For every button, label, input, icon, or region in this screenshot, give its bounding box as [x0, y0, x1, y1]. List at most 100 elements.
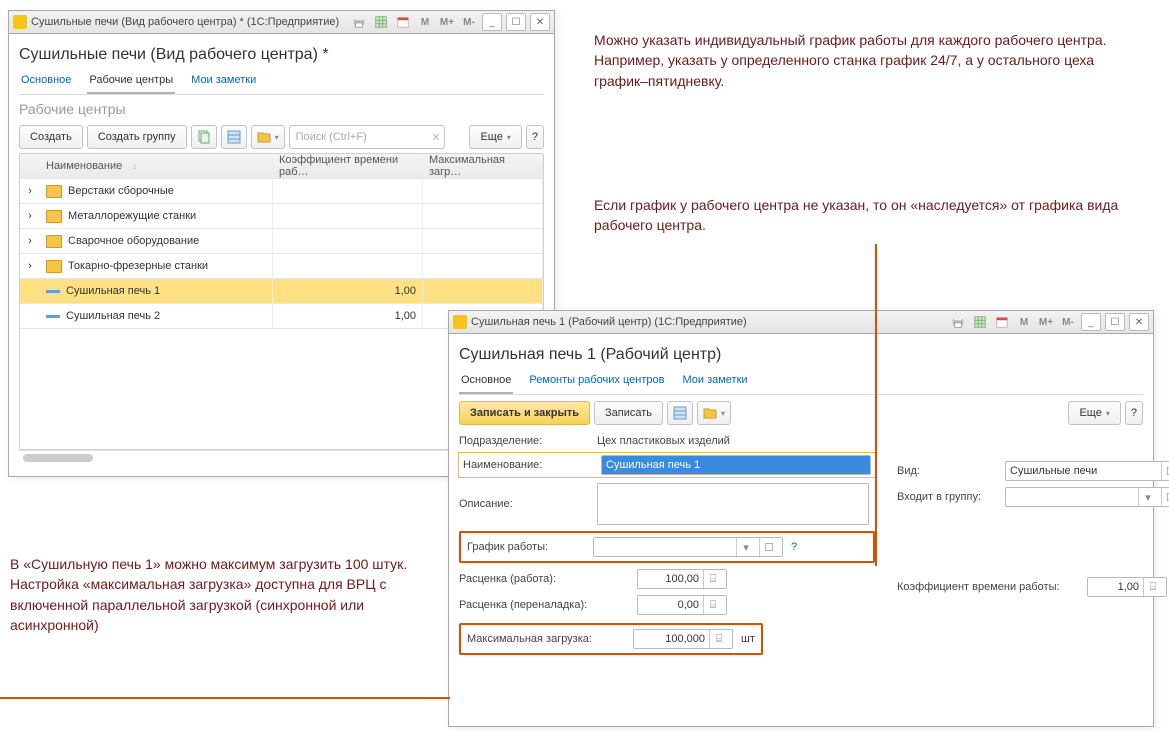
open-icon[interactable]: ☐: [1161, 488, 1169, 506]
connector-schedule: [875, 244, 877, 566]
table-row[interactable]: › Верстаки сборочные: [20, 179, 543, 204]
dropdown-icon[interactable]: ▾: [1138, 488, 1157, 506]
row-group: Входит в группу: ▾ ☐: [897, 487, 1169, 507]
more-button[interactable]: Еще▾: [469, 125, 521, 149]
save-button[interactable]: Записать: [594, 401, 663, 425]
row-desc: Описание:: [459, 483, 875, 525]
minimize-button[interactable]: _: [482, 13, 502, 31]
close-button[interactable]: ✕: [1129, 313, 1149, 331]
list-button[interactable]: [667, 401, 693, 425]
create-group-button[interactable]: Создать группу: [87, 125, 187, 149]
col-load[interactable]: Максимальная загр…: [423, 154, 543, 178]
rate-work-input[interactable]: 100,00 ⌸: [637, 569, 727, 589]
title-text: Сушильные печи (Вид рабочего центра) * (…: [31, 16, 339, 28]
tab-work-centers[interactable]: Рабочие центры: [87, 70, 175, 94]
tab-my-notes[interactable]: Мои заметки: [189, 70, 258, 94]
window-work-center: Сушильная печь 1 (Рабочий центр) (1С:Пре…: [448, 310, 1154, 727]
dropdown-icon[interactable]: ▾: [736, 538, 755, 556]
maximize-button[interactable]: ☐: [506, 13, 526, 31]
label-max-load: Максимальная загрузка:: [467, 633, 625, 645]
expand-icon[interactable]: ›: [20, 229, 40, 253]
calc-icon[interactable]: ⌸: [703, 596, 722, 614]
maximize-button[interactable]: ☐: [1105, 313, 1125, 331]
m-plus-button[interactable]: M+: [438, 14, 456, 30]
m-minus-button[interactable]: M-: [460, 14, 478, 30]
page-title: Сушильная печь 1 (Рабочий центр): [459, 346, 1143, 364]
calc-icon[interactable]: ⌸: [1143, 578, 1162, 596]
print-icon[interactable]: [949, 314, 967, 330]
table-row[interactable]: Сушильная печь 1 1,00: [20, 279, 543, 304]
m-button[interactable]: M: [416, 14, 434, 30]
table-row[interactable]: › Токарно-фрезерные станки: [20, 254, 543, 279]
group-input[interactable]: ▾ ☐: [1005, 487, 1169, 507]
create-button[interactable]: Создать: [19, 125, 83, 149]
titlebar[interactable]: Сушильные печи (Вид рабочего центра) * (…: [9, 11, 554, 34]
label-rate-work: Расценка (работа):: [459, 573, 629, 585]
expand-icon[interactable]: ›: [20, 179, 40, 203]
max-load-input[interactable]: 100,000 ⌸: [633, 629, 733, 649]
tab-main[interactable]: Основное: [19, 70, 73, 94]
folder-button[interactable]: ▾: [251, 125, 285, 149]
copy-button[interactable]: [191, 125, 217, 149]
clear-search-icon[interactable]: ✕: [431, 131, 440, 144]
label-unit: Подразделение:: [459, 435, 589, 447]
coef-input[interactable]: 1,00 ⌸: [1087, 577, 1167, 597]
list-button[interactable]: [221, 125, 247, 149]
expand-icon[interactable]: ›: [20, 204, 40, 228]
app-icon: [453, 315, 467, 329]
calendar-icon[interactable]: [993, 314, 1011, 330]
minimize-button[interactable]: _: [1081, 313, 1101, 331]
table-row[interactable]: › Металлорежущие станки: [20, 204, 543, 229]
table-row[interactable]: › Сварочное оборудование: [20, 229, 543, 254]
more-button[interactable]: Еще▾: [1068, 401, 1120, 425]
label-coef: Коэффициент времени работы:: [897, 581, 1079, 593]
value-unit: Цех пластиковых изделий: [597, 435, 730, 447]
titlebar[interactable]: Сушильная печь 1 (Рабочий центр) (1С:Пре…: [449, 311, 1153, 334]
calc-icon[interactable]: ⌸: [703, 570, 722, 588]
grid-icon[interactable]: [971, 314, 989, 330]
leaf-icon: [46, 315, 60, 318]
label-schedule: График работы:: [467, 541, 585, 553]
m-button[interactable]: M: [1015, 314, 1033, 330]
calendar-icon[interactable]: [394, 14, 412, 30]
desc-textarea[interactable]: [597, 483, 869, 525]
name-input[interactable]: Сушильная печь 1: [601, 455, 871, 475]
tab-main[interactable]: Основное: [459, 370, 513, 394]
tab-repairs[interactable]: Ремонты рабочих центров: [527, 370, 666, 394]
kind-input[interactable]: Сушильные печи ☐: [1005, 461, 1169, 481]
col-name[interactable]: Наименование↓: [40, 154, 273, 178]
m-minus-button[interactable]: M-: [1059, 314, 1077, 330]
grid-icon[interactable]: [372, 14, 390, 30]
help-icon[interactable]: ?: [791, 541, 797, 553]
col-coef[interactable]: Коэффициент времени раб…: [273, 154, 423, 178]
help-button[interactable]: ?: [1125, 401, 1143, 425]
open-icon[interactable]: ☐: [1161, 462, 1169, 480]
list-title: Рабочие центры: [19, 101, 544, 117]
maxload-highlight: Максимальная загрузка: 100,000 ⌸ шт: [459, 623, 763, 655]
app-icon: [13, 15, 27, 29]
print-icon[interactable]: [350, 14, 368, 30]
expand-icon[interactable]: ›: [20, 254, 40, 278]
folder-button[interactable]: ▾: [697, 401, 731, 425]
save-close-button[interactable]: Записать и закрыть: [459, 401, 590, 425]
folder-icon: [46, 235, 62, 248]
row-rate-setup: Расценка (переналадка): 0,00 ⌸: [459, 595, 875, 615]
search-input[interactable]: Поиск (Ctrl+F) ✕: [289, 125, 445, 149]
close-button[interactable]: ✕: [530, 13, 550, 31]
tab-my-notes[interactable]: Мои заметки: [680, 370, 749, 394]
calc-icon[interactable]: ⌸: [709, 630, 728, 648]
schedule-input[interactable]: ▾ ☐: [593, 537, 783, 557]
tab-bar: Основное Ремонты рабочих центров Мои зам…: [459, 370, 1143, 395]
help-button[interactable]: ?: [526, 125, 544, 149]
leaf-icon: [46, 290, 60, 293]
row-kind: Вид: Сушильные печи ☐: [897, 461, 1169, 481]
note-top: Можно указать индивидуальный график рабо…: [594, 30, 1144, 91]
label-group: Входит в группу:: [897, 491, 997, 503]
row-coef: Коэффициент времени работы: 1,00 ⌸ ?: [897, 577, 1169, 597]
folder-icon: [46, 185, 62, 198]
folder-icon: [46, 260, 62, 273]
open-icon[interactable]: ☐: [759, 538, 778, 556]
m-plus-button[interactable]: M+: [1037, 314, 1055, 330]
rate-setup-input[interactable]: 0,00 ⌸: [637, 595, 727, 615]
label-rate-setup: Расценка (переналадка):: [459, 599, 629, 611]
